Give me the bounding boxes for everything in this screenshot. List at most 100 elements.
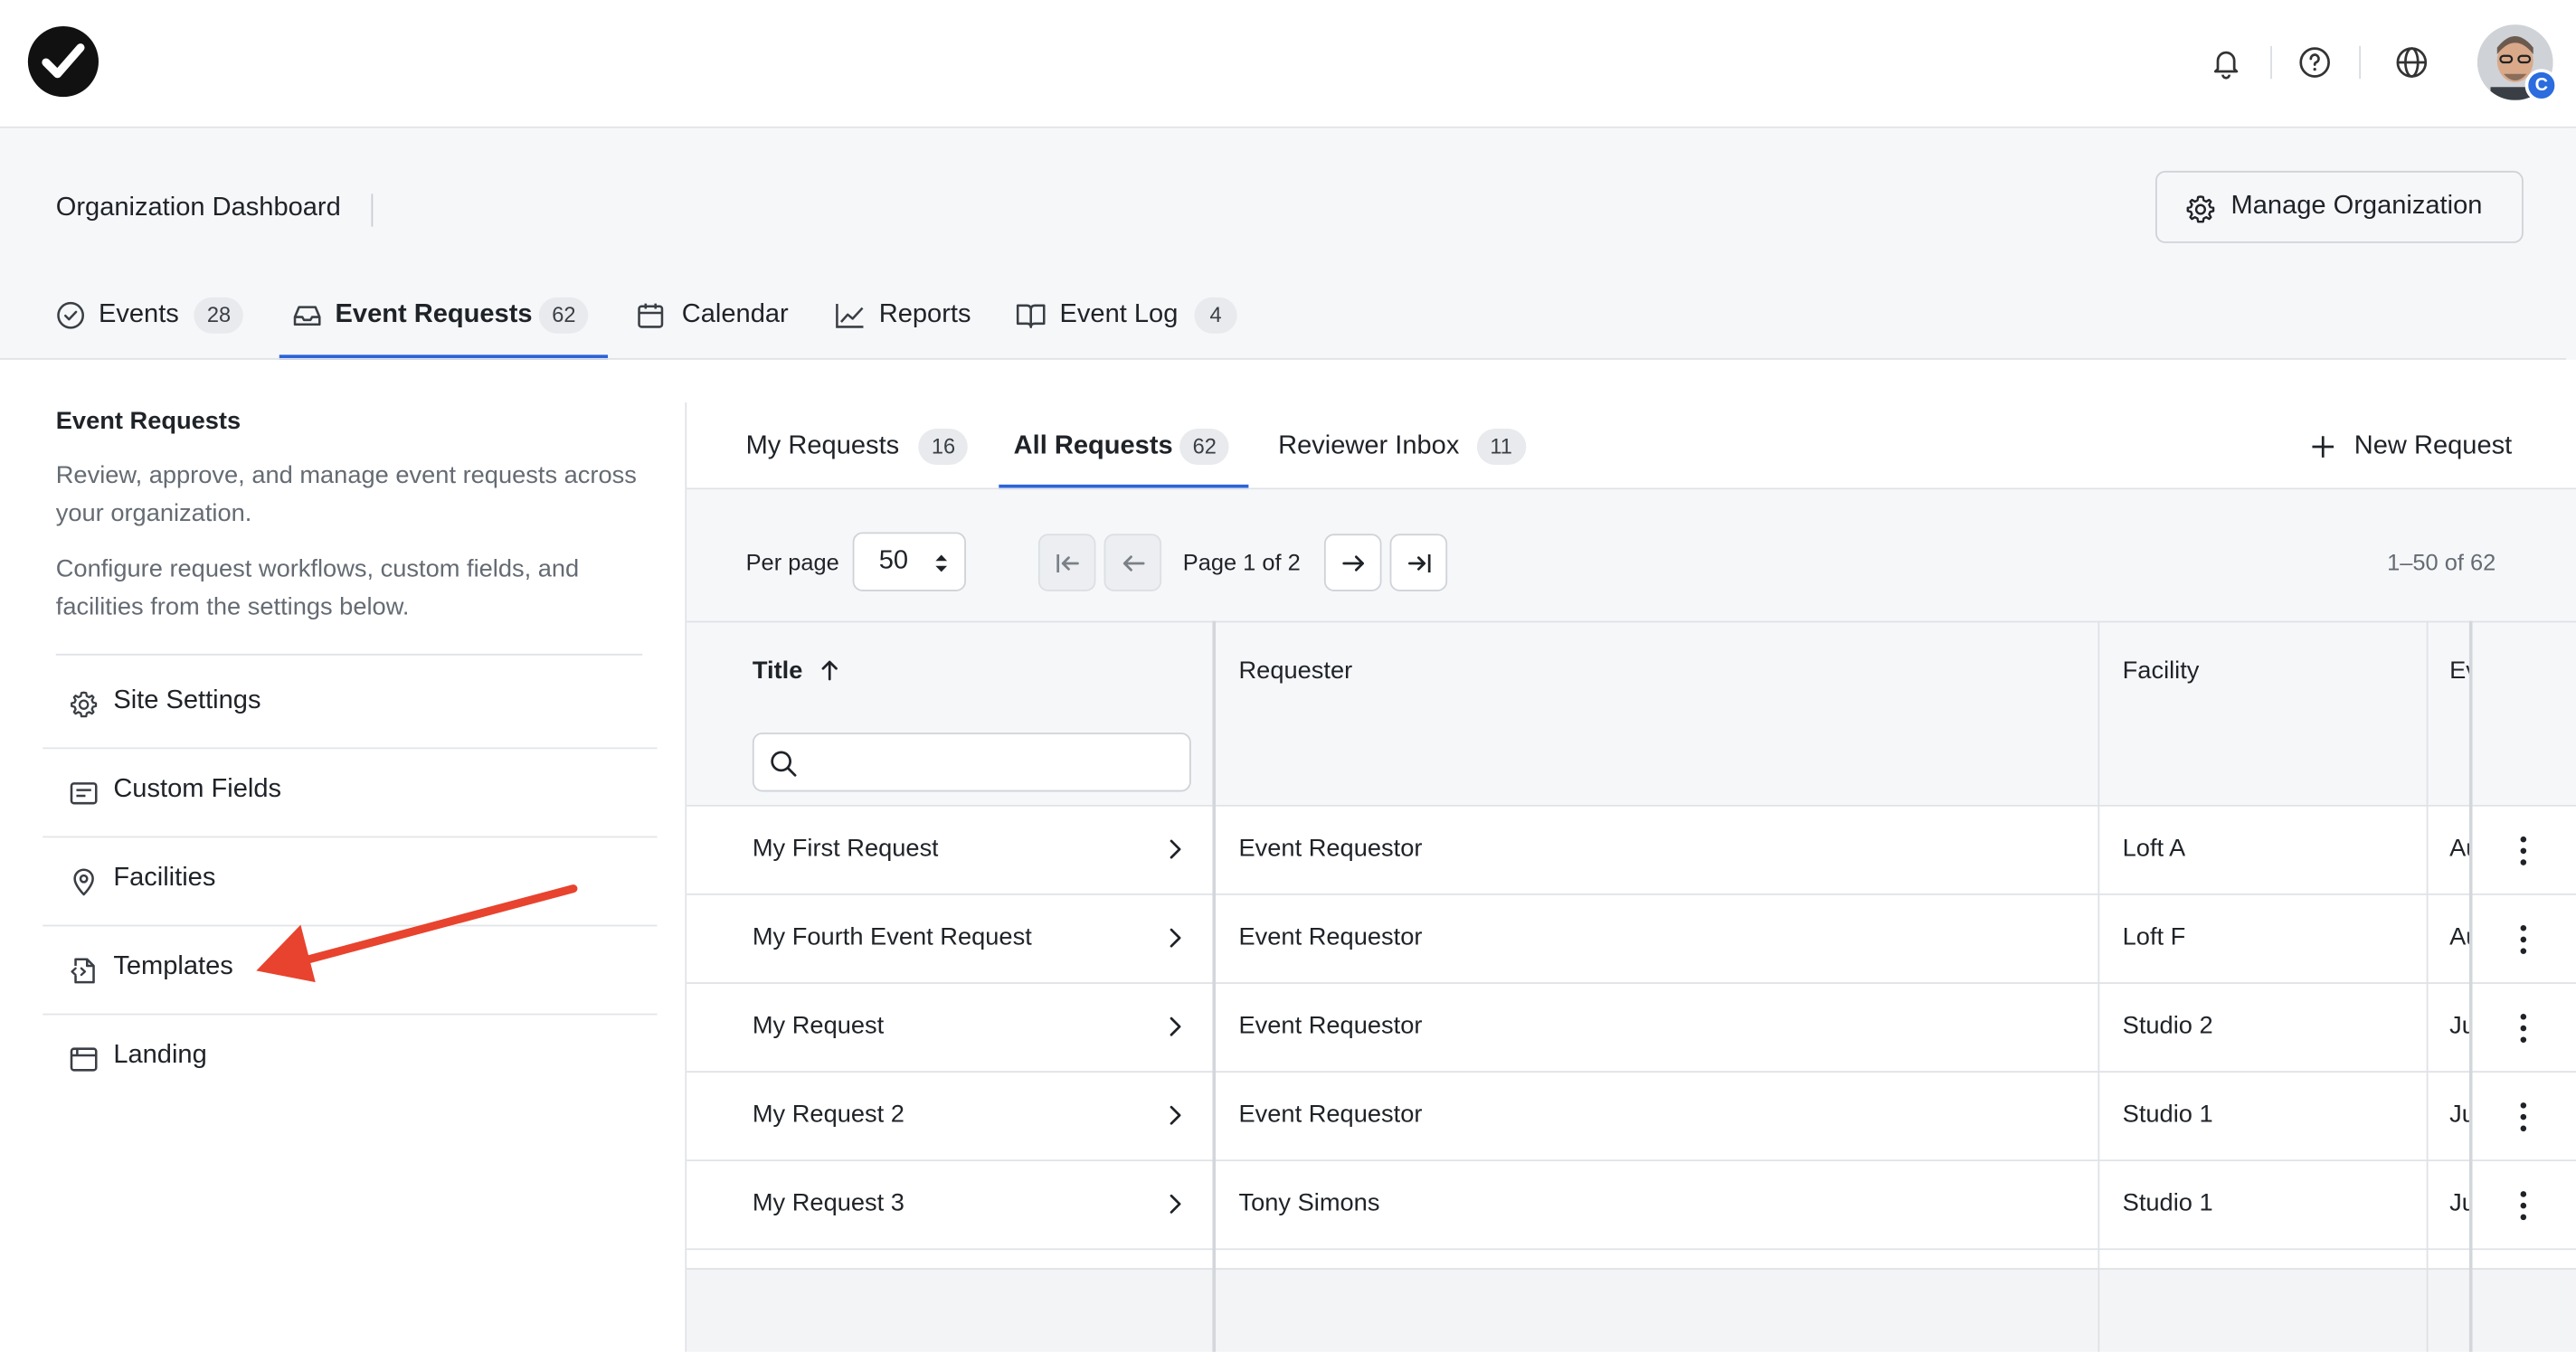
per-page-label: Per page — [745, 548, 839, 575]
gear-icon — [71, 691, 98, 718]
bell-icon[interactable] — [2208, 44, 2244, 80]
calendar-icon — [638, 303, 664, 328]
tab-events[interactable]: Events 28 — [56, 296, 250, 338]
pagination-bar — [687, 489, 2576, 621]
column-divider[interactable] — [1212, 620, 1217, 1352]
per-page-value: 50 — [878, 546, 909, 575]
tab-event-log[interactable]: Event Log 4 — [1015, 296, 1237, 338]
help-icon[interactable] — [2297, 44, 2333, 80]
new-request-button[interactable]: New Request — [2310, 429, 2517, 465]
more-vertical-icon[interactable] — [2520, 1189, 2527, 1222]
column-header-event[interactable]: Ev — [2449, 657, 2469, 685]
cell-facility: Studio 1 — [2122, 1189, 2213, 1217]
cell-facility: Studio 2 — [2122, 1011, 2213, 1040]
tab-label: Event Requests — [335, 300, 533, 329]
count-badge: 62 — [1179, 429, 1230, 466]
tab-reports[interactable]: Reports — [835, 296, 982, 338]
cell-facility: Loft A — [2122, 834, 2186, 863]
more-vertical-icon[interactable] — [2520, 835, 2527, 867]
cell-requester: Event Requestor — [1238, 834, 1423, 863]
tab-all-requests[interactable]: All Requests 62 — [1014, 427, 1244, 467]
column-divider[interactable] — [2098, 620, 2100, 1352]
sidebar-item-facilities[interactable]: Facilities — [43, 836, 657, 924]
table-row[interactable]: My Fourth Event Request Event Requestor … — [687, 894, 2576, 984]
tab-reviewer-inbox[interactable]: Reviewer Inbox 11 — [1278, 427, 1534, 467]
column-divider[interactable] — [2468, 620, 2473, 1352]
inbox-icon — [293, 306, 321, 326]
chevron-right-icon[interactable] — [1167, 1104, 1183, 1127]
tab-label: Calendar — [681, 300, 789, 329]
per-page-select[interactable]: 50 — [852, 532, 966, 591]
sidebar-item-templates[interactable]: Templates — [43, 925, 657, 1014]
more-vertical-icon[interactable] — [2520, 1101, 2527, 1133]
tab-label: Events — [98, 300, 179, 329]
sidebar-item-landing[interactable]: Landing — [43, 1014, 657, 1102]
check-logo-icon[interactable] — [27, 26, 99, 98]
tab-event-requests[interactable]: Event Requests 62 — [292, 296, 596, 338]
manage-organization-label: Manage Organization — [2230, 192, 2483, 221]
cell-title[interactable]: My First Request — [753, 835, 939, 863]
count-badge: 62 — [538, 297, 590, 334]
column-header-requester[interactable]: Requester — [1238, 657, 1352, 685]
sidebar-item-label: Site Settings — [113, 686, 261, 715]
first-page-button[interactable] — [1037, 534, 1096, 591]
tab-calendar[interactable]: Calendar — [636, 296, 800, 338]
browser-icon — [70, 1047, 98, 1072]
chevron-right-icon[interactable] — [1167, 1193, 1183, 1215]
check-circle-icon — [57, 301, 84, 329]
title-filter-input[interactable] — [752, 733, 1191, 792]
more-vertical-icon[interactable] — [2520, 923, 2527, 956]
column-divider[interactable] — [2426, 620, 2429, 1352]
sidebar-item-custom-fields[interactable]: Custom Fields — [43, 747, 657, 836]
gear-icon — [2186, 195, 2215, 223]
divider — [2270, 45, 2272, 80]
cell-title[interactable]: My Request 3 — [753, 1189, 904, 1217]
count-badge: 11 — [1476, 429, 1526, 466]
sort-ascending-icon — [821, 660, 838, 681]
cell-event: Ju — [2449, 1189, 2469, 1217]
cell-title[interactable]: My Request — [753, 1012, 884, 1040]
manage-organization-button[interactable]: Manage Organization — [2155, 170, 2524, 243]
sidebar-item-label: Templates — [113, 952, 233, 981]
table-row[interactable]: My First Request Event Requestor Loft A … — [687, 806, 2576, 895]
count-badge: 16 — [918, 429, 969, 466]
more-vertical-icon[interactable] — [2520, 1012, 2527, 1045]
sidebar-description: Configure request workflows, custom fiel… — [55, 554, 580, 621]
divider — [2359, 45, 2362, 80]
count-badge: 28 — [194, 297, 244, 334]
chevron-right-icon[interactable] — [1167, 837, 1183, 860]
tab-label: My Requests — [745, 431, 900, 460]
sidebar-description: Review, approve, and manage event reques… — [55, 461, 637, 528]
count-badge: 4 — [1194, 297, 1237, 334]
next-page-button[interactable] — [1323, 534, 1382, 591]
table-row[interactable]: My Request 3 Tony Simons Studio 1 Ju — [687, 1161, 2576, 1251]
plus-icon — [2312, 436, 2334, 458]
column-header-title[interactable]: Title — [752, 657, 838, 685]
column-header-label: Title — [752, 657, 803, 685]
results-range: 1–50 of 62 — [2387, 548, 2496, 575]
template-icon — [71, 958, 95, 984]
sidebar-title: Event Requests — [55, 407, 242, 436]
tab-my-requests[interactable]: My Requests 16 — [746, 427, 976, 467]
page-indicator: Page 1 of 2 — [1182, 548, 1301, 575]
chevron-right-icon[interactable] — [1167, 926, 1183, 949]
cell-requester: Event Requestor — [1238, 1100, 1423, 1129]
cell-title[interactable]: My Request 2 — [753, 1101, 904, 1129]
globe-icon[interactable] — [2393, 44, 2429, 80]
chart-line-icon — [836, 304, 864, 328]
search-input[interactable] — [810, 743, 1179, 784]
cell-title[interactable]: My Fourth Event Request — [753, 923, 1032, 951]
last-page-button[interactable] — [1389, 534, 1448, 591]
form-icon — [70, 782, 98, 805]
table-row[interactable]: My Request 2 Event Requestor Studio 1 Ju — [687, 1073, 2576, 1162]
table-row[interactable]: My Request Event Requestor Studio 2 Ju — [687, 983, 2576, 1073]
chevron-right-icon[interactable] — [1167, 1015, 1183, 1037]
previous-page-button[interactable] — [1103, 534, 1162, 591]
column-header-facility[interactable]: Facility — [2123, 657, 2200, 685]
cell-requester: Event Requestor — [1238, 1011, 1423, 1040]
cell-facility: Loft F — [2122, 922, 2186, 951]
table-footer — [687, 1268, 2576, 1352]
book-icon — [1016, 304, 1046, 328]
sidebar-item-site-settings[interactable]: Site Settings — [43, 658, 657, 747]
header-divider — [0, 357, 2567, 360]
